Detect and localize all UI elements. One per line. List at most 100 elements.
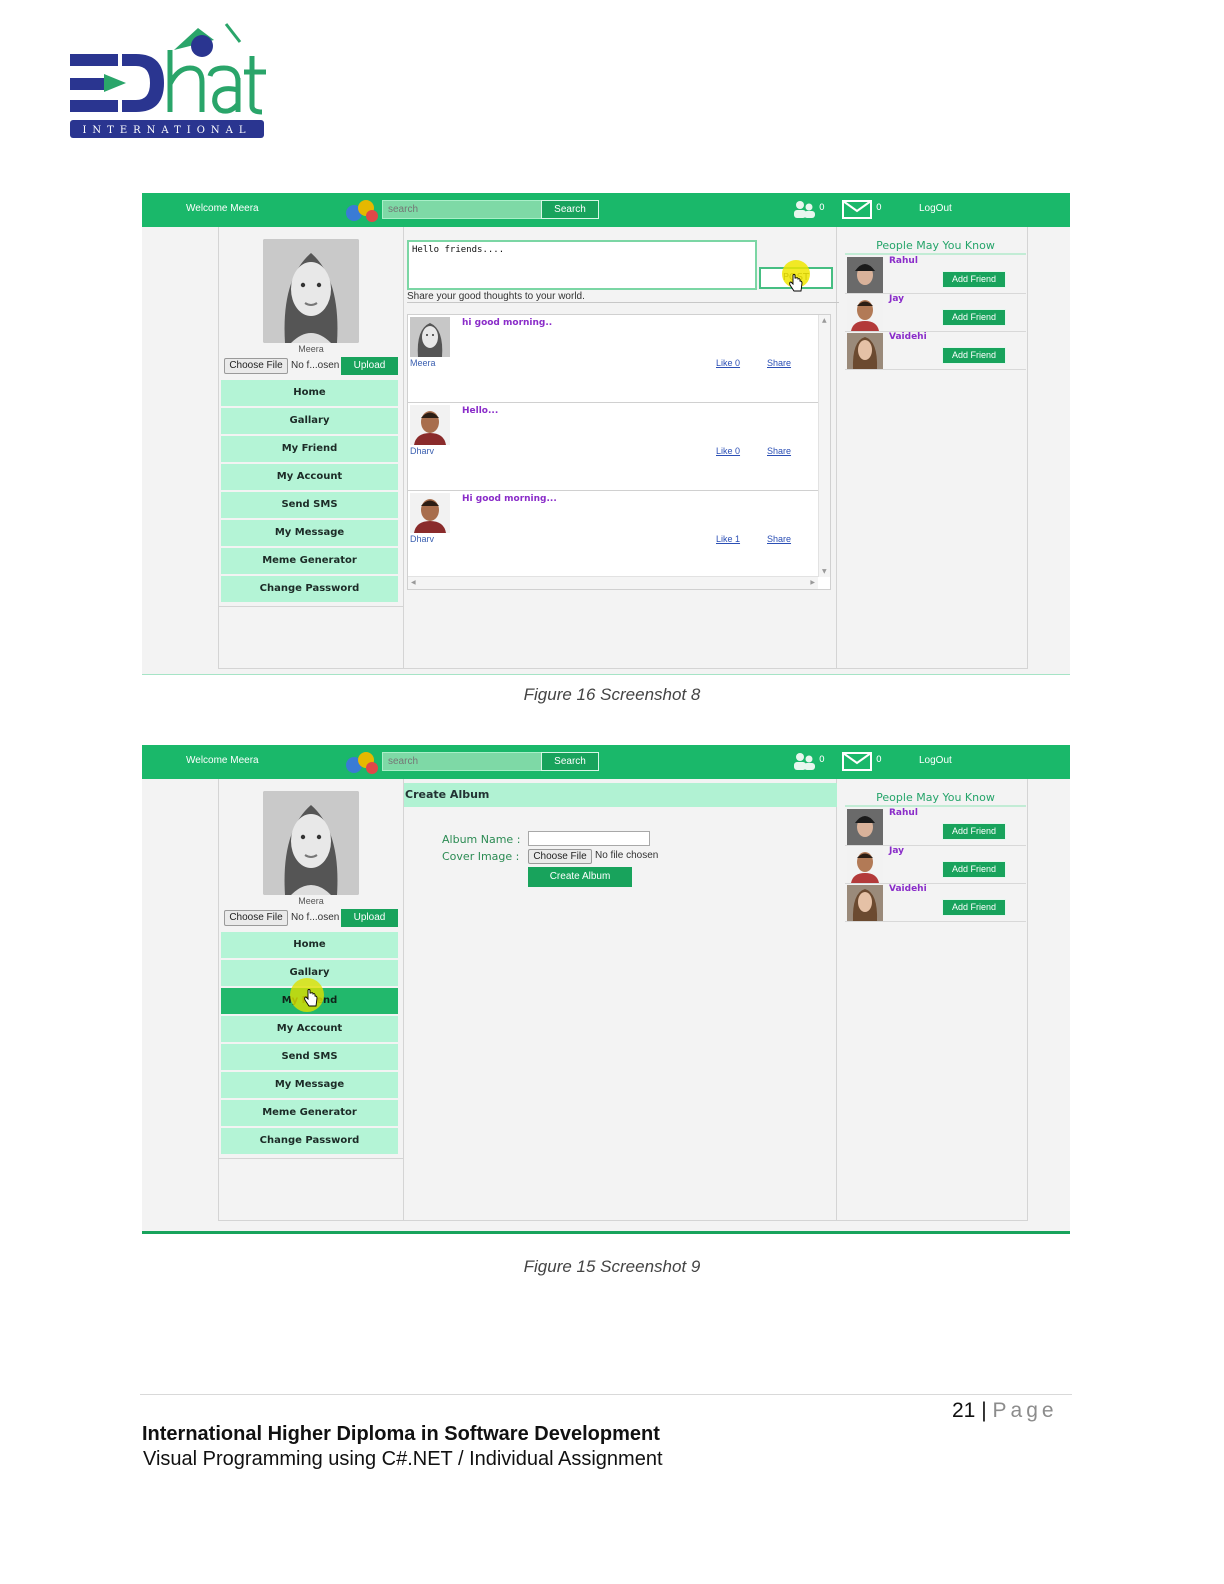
menu-item-meme-generator[interactable]: Meme Generator xyxy=(221,1100,398,1126)
svg-text:INTERNATIONAL: INTERNATIONAL xyxy=(82,125,251,136)
section-title: People May You Know xyxy=(845,791,1026,807)
add-friend-button[interactable]: Add Friend xyxy=(942,309,1006,326)
avatar xyxy=(847,885,883,921)
figure-caption: Figure 15 Screenshot 9 xyxy=(523,1257,701,1276)
album-name-input[interactable] xyxy=(528,831,650,846)
avatar xyxy=(847,257,883,293)
person-name[interactable]: Rahul xyxy=(889,808,918,818)
cover-choose-file-button[interactable]: Choose File xyxy=(528,849,592,864)
friend-requests-icon[interactable] xyxy=(792,751,816,771)
avatar xyxy=(410,317,450,357)
post-textarea[interactable]: Hello friends.... xyxy=(407,240,757,290)
friend-requests-count: 0 xyxy=(819,203,825,213)
scroll-right-icon[interactable]: ▶ xyxy=(810,579,815,586)
file-status: No f...osen xyxy=(291,912,340,923)
friend-requests-icon[interactable] xyxy=(792,199,816,219)
menu-item-home[interactable]: Home xyxy=(221,380,398,406)
post-author[interactable]: Meera xyxy=(410,358,436,368)
people-may-you-know: People May You Know Rahul Add Friend Jay… xyxy=(845,239,1026,370)
people-may-you-know: People May You Know Rahul Add Friend Jay… xyxy=(845,791,1026,922)
menu-item-my-friend[interactable]: My Friend xyxy=(221,436,398,462)
sidebar-menu: Home Gallary My Friend My Account Send S… xyxy=(221,932,398,1156)
profile-name: Meera xyxy=(298,896,324,906)
avatar xyxy=(847,847,883,883)
create-album-title: Create Album xyxy=(404,783,837,807)
section-title: People May You Know xyxy=(845,239,1026,255)
create-album-button[interactable]: Create Album xyxy=(528,867,632,887)
person-name[interactable]: Jay xyxy=(889,846,904,856)
search-button[interactable]: Search xyxy=(541,752,599,771)
figure-caption: Figure 16 Screenshot 8 xyxy=(523,685,701,704)
logout-link[interactable]: LogOut xyxy=(919,203,952,214)
post-text: hi good morning.. xyxy=(462,318,553,328)
edhat-logo: INTERNATIONAL xyxy=(66,20,270,142)
share-link[interactable]: Share xyxy=(767,446,791,456)
choose-file-button[interactable]: Choose File xyxy=(224,358,288,374)
footer-title: International Higher Diploma in Software… xyxy=(142,1423,660,1445)
friend-requests-count: 0 xyxy=(819,755,825,765)
menu-item-my-message[interactable]: My Message xyxy=(221,520,398,546)
menu-item-change-password[interactable]: Change Password xyxy=(221,1128,398,1154)
add-friend-button[interactable]: Add Friend xyxy=(942,347,1006,364)
upload-button[interactable]: Upload xyxy=(341,909,398,927)
hand-cursor-icon xyxy=(789,274,803,292)
profile-name: Meera xyxy=(298,344,324,354)
like-link[interactable]: Like 0 xyxy=(716,446,740,456)
site-logo-icon[interactable] xyxy=(342,196,382,224)
add-friend-button[interactable]: Add Friend xyxy=(942,271,1006,288)
add-friend-button[interactable]: Add Friend xyxy=(942,861,1006,878)
site-logo-icon[interactable] xyxy=(342,748,382,776)
vertical-scrollbar[interactable]: ▲ ▼ xyxy=(818,315,830,577)
choose-file-button[interactable]: Choose File xyxy=(224,910,288,926)
menu-item-send-sms[interactable]: Send SMS xyxy=(221,1044,398,1070)
mail-icon[interactable] xyxy=(842,200,872,219)
avatar xyxy=(847,333,883,369)
like-link[interactable]: Like 1 xyxy=(716,534,740,544)
post-author[interactable]: Dharv xyxy=(410,534,434,544)
menu-item-gallary[interactable]: Gallary xyxy=(221,408,398,434)
menu-item-send-sms[interactable]: Send SMS xyxy=(221,492,398,518)
top-nav-bar: Welcome Meera Search 0 0 LogOut xyxy=(142,745,1070,779)
feed-post: Dharv Hi good morning... Like 1 Share xyxy=(408,491,818,579)
person-name[interactable]: Rahul xyxy=(889,256,918,266)
upload-button[interactable]: Upload xyxy=(341,357,398,375)
add-friend-button[interactable]: Add Friend xyxy=(942,823,1006,840)
file-status: No f...osen xyxy=(291,360,340,371)
share-link[interactable]: Share xyxy=(767,358,791,368)
menu-item-home[interactable]: Home xyxy=(221,932,398,958)
album-name-label: Album Name : xyxy=(442,833,521,846)
suggested-person: Jay Add Friend xyxy=(845,846,1026,884)
suggested-person: Jay Add Friend xyxy=(845,294,1026,332)
menu-item-my-account[interactable]: My Account xyxy=(221,1016,398,1042)
logout-link[interactable]: LogOut xyxy=(919,755,952,766)
page-number-value: 21 xyxy=(952,1399,976,1422)
mail-icon[interactable] xyxy=(842,752,872,771)
menu-item-meme-generator[interactable]: Meme Generator xyxy=(221,548,398,574)
right-sidebar: People May You Know Rahul Add Friend Jay… xyxy=(837,779,1029,1220)
divider xyxy=(219,1158,403,1159)
messages-count: 0 xyxy=(876,203,882,213)
news-feed[interactable]: Meera hi good morning.. Like 0 Share Dha… xyxy=(407,314,831,590)
scroll-down-icon[interactable]: ▼ xyxy=(822,568,827,575)
screenshot-9: Welcome Meera Search 0 0 LogOut xyxy=(142,745,1070,1234)
profile-photo xyxy=(263,791,359,895)
horizontal-scrollbar[interactable]: ◀ ▶ xyxy=(408,576,818,589)
search-button[interactable]: Search xyxy=(541,200,599,219)
menu-item-change-password[interactable]: Change Password xyxy=(221,576,398,602)
share-link[interactable]: Share xyxy=(767,534,791,544)
post-text: Hello... xyxy=(462,406,499,416)
scroll-left-icon[interactable]: ◀ xyxy=(411,579,416,586)
search-input[interactable] xyxy=(382,200,542,219)
avatar xyxy=(410,405,450,445)
post-author[interactable]: Dharv xyxy=(410,446,434,456)
person-name[interactable]: Vaidehi xyxy=(889,884,927,894)
person-name[interactable]: Vaidehi xyxy=(889,332,927,342)
menu-item-my-account[interactable]: My Account xyxy=(221,464,398,490)
menu-item-my-message[interactable]: My Message xyxy=(221,1072,398,1098)
add-friend-button[interactable]: Add Friend xyxy=(942,899,1006,916)
person-name[interactable]: Jay xyxy=(889,294,904,304)
search-input[interactable] xyxy=(382,752,542,771)
profile-photo xyxy=(263,239,359,343)
scroll-up-icon[interactable]: ▲ xyxy=(822,317,827,324)
like-link[interactable]: Like 0 xyxy=(716,358,740,368)
